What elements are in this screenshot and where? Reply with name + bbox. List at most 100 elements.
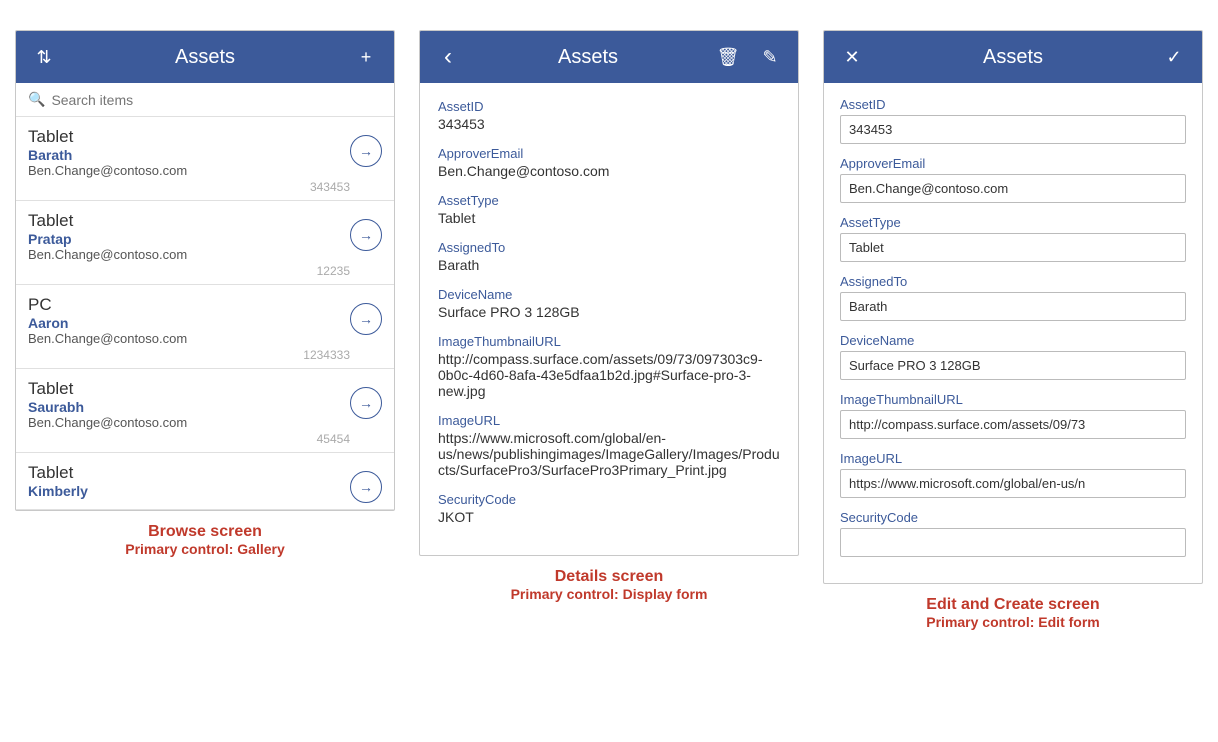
list-item-content: Tablet Pratap Ben.Change@contoso.com 122…: [28, 211, 350, 278]
edit-field-input[interactable]: [840, 351, 1186, 380]
edit-icon[interactable]: ✎: [756, 47, 784, 68]
detail-label: AssetID: [438, 99, 780, 114]
list-item[interactable]: Tablet Pratap Ben.Change@contoso.com 122…: [16, 201, 394, 285]
browse-label-sub: Primary control: Gallery: [125, 541, 285, 557]
list-item-title: Tablet: [28, 379, 350, 399]
close-icon[interactable]: ✕: [838, 47, 866, 68]
list-item-id: 12235: [28, 264, 350, 278]
edit-field-input[interactable]: [840, 292, 1186, 321]
list-item-id: 45454: [28, 432, 350, 446]
edit-label: Edit and Create screen Primary control: …: [926, 596, 1099, 630]
sort-icon[interactable]: ⇅: [30, 47, 58, 68]
edit-header: ✕ Assets ✓: [824, 31, 1202, 83]
edit-field-label: ImageURL: [840, 451, 1186, 466]
list-item-content: Tablet Barath Ben.Change@contoso.com 343…: [28, 127, 350, 194]
detail-value: 343453: [438, 116, 780, 132]
list-arrow-icon[interactable]: →: [350, 471, 382, 503]
edit-field-label: SecurityCode: [840, 510, 1186, 525]
list-item-subtitle: Saurabh: [28, 399, 350, 415]
browse-header: ⇅ Assets +: [16, 31, 394, 83]
edit-field-input[interactable]: [840, 115, 1186, 144]
details-header: ‹ Assets 🗑 ✎: [420, 31, 798, 83]
details-label-main: Details screen: [511, 568, 708, 586]
details-body: AssetID 343453 ApproverEmail Ben.Change@…: [420, 83, 798, 555]
detail-field: ApproverEmail Ben.Change@contoso.com: [438, 146, 780, 179]
browse-list: Tablet Barath Ben.Change@contoso.com 343…: [16, 117, 394, 510]
list-arrow-icon[interactable]: →: [350, 387, 382, 419]
list-item[interactable]: Tablet Kimberly →: [16, 453, 394, 510]
list-item-title: Tablet: [28, 463, 350, 483]
edit-field-input[interactable]: [840, 233, 1186, 262]
edit-field-input[interactable]: [840, 410, 1186, 439]
edit-label-main: Edit and Create screen: [926, 596, 1099, 614]
detail-label: AssignedTo: [438, 240, 780, 255]
detail-label: ImageThumbnailURL: [438, 334, 780, 349]
edit-field: ApproverEmail: [840, 156, 1186, 203]
detail-value: https://www.microsoft.com/global/en-us/n…: [438, 430, 780, 478]
list-item-email: Ben.Change@contoso.com: [28, 331, 350, 346]
detail-field: ImageThumbnailURL http://compass.surface…: [438, 334, 780, 399]
list-item-title: Tablet: [28, 127, 350, 147]
edit-field: ImageThumbnailURL: [840, 392, 1186, 439]
check-icon[interactable]: ✓: [1160, 47, 1188, 68]
list-item-subtitle: Barath: [28, 147, 350, 163]
detail-field: AssetID 343453: [438, 99, 780, 132]
search-input[interactable]: [51, 92, 382, 108]
edit-field: SecurityCode: [840, 510, 1186, 557]
list-item-title: Tablet: [28, 211, 350, 231]
details-label: Details screen Primary control: Display …: [511, 568, 708, 602]
edit-field: AssignedTo: [840, 274, 1186, 321]
edit-field-label: AssetID: [840, 97, 1186, 112]
list-item[interactable]: Tablet Saurabh Ben.Change@contoso.com 45…: [16, 369, 394, 453]
list-item[interactable]: Tablet Barath Ben.Change@contoso.com 343…: [16, 117, 394, 201]
detail-field: ImageURL https://www.microsoft.com/globa…: [438, 413, 780, 478]
details-screen-col: ‹ Assets 🗑 ✎ AssetID 343453 ApproverEmai…: [419, 30, 799, 602]
list-arrow-icon[interactable]: →: [350, 303, 382, 335]
delete-icon[interactable]: 🗑: [714, 47, 742, 68]
browse-label: Browse screen Primary control: Gallery: [125, 523, 285, 557]
edit-field: DeviceName: [840, 333, 1186, 380]
list-item-title: PC: [28, 295, 350, 315]
add-icon[interactable]: +: [352, 47, 380, 68]
browse-title: Assets: [58, 46, 352, 69]
detail-label: AssetType: [438, 193, 780, 208]
details-right-icons: 🗑 ✎: [714, 47, 784, 68]
list-item-subtitle: Aaron: [28, 315, 350, 331]
details-screen: ‹ Assets 🗑 ✎ AssetID 343453 ApproverEmai…: [419, 30, 799, 556]
edit-body: AssetID ApproverEmail AssetType Assigned…: [824, 83, 1202, 583]
detail-value: Barath: [438, 257, 780, 273]
search-icon: 🔍: [28, 91, 45, 108]
list-item-email: Ben.Change@contoso.com: [28, 163, 350, 178]
details-title: Assets: [462, 46, 714, 69]
edit-field: AssetType: [840, 215, 1186, 262]
list-item-id: 343453: [28, 180, 350, 194]
edit-field-input[interactable]: [840, 174, 1186, 203]
details-label-sub: Primary control: Display form: [511, 586, 708, 602]
list-item-content: PC Aaron Ben.Change@contoso.com 1234333: [28, 295, 350, 362]
edit-screen-col: ✕ Assets ✓ AssetID ApproverEmail AssetTy…: [823, 30, 1203, 630]
list-item[interactable]: PC Aaron Ben.Change@contoso.com 1234333 …: [16, 285, 394, 369]
detail-value: Tablet: [438, 210, 780, 226]
detail-field: DeviceName Surface PRO 3 128GB: [438, 287, 780, 320]
list-item-subtitle: Pratap: [28, 231, 350, 247]
detail-value: http://compass.surface.com/assets/09/73/…: [438, 351, 780, 399]
list-arrow-icon[interactable]: →: [350, 219, 382, 251]
detail-field: SecurityCode JKOT: [438, 492, 780, 525]
edit-label-sub: Primary control: Edit form: [926, 614, 1099, 630]
list-item-subtitle: Kimberly: [28, 483, 350, 499]
edit-field-input[interactable]: [840, 469, 1186, 498]
edit-field-input[interactable]: [840, 528, 1186, 557]
detail-label: SecurityCode: [438, 492, 780, 507]
browse-label-main: Browse screen: [125, 523, 285, 541]
detail-label: DeviceName: [438, 287, 780, 302]
list-arrow-icon[interactable]: →: [350, 135, 382, 167]
list-item-id: 1234333: [28, 348, 350, 362]
back-icon[interactable]: ‹: [434, 43, 462, 71]
detail-field: AssignedTo Barath: [438, 240, 780, 273]
detail-value: Ben.Change@contoso.com: [438, 163, 780, 179]
edit-field: ImageURL: [840, 451, 1186, 498]
edit-field-label: AssetType: [840, 215, 1186, 230]
search-bar: 🔍: [16, 83, 394, 117]
screens-container: ⇅ Assets + 🔍 Tablet Barath Ben.Change@co…: [15, 30, 1203, 630]
browse-screen-col: ⇅ Assets + 🔍 Tablet Barath Ben.Change@co…: [15, 30, 395, 557]
